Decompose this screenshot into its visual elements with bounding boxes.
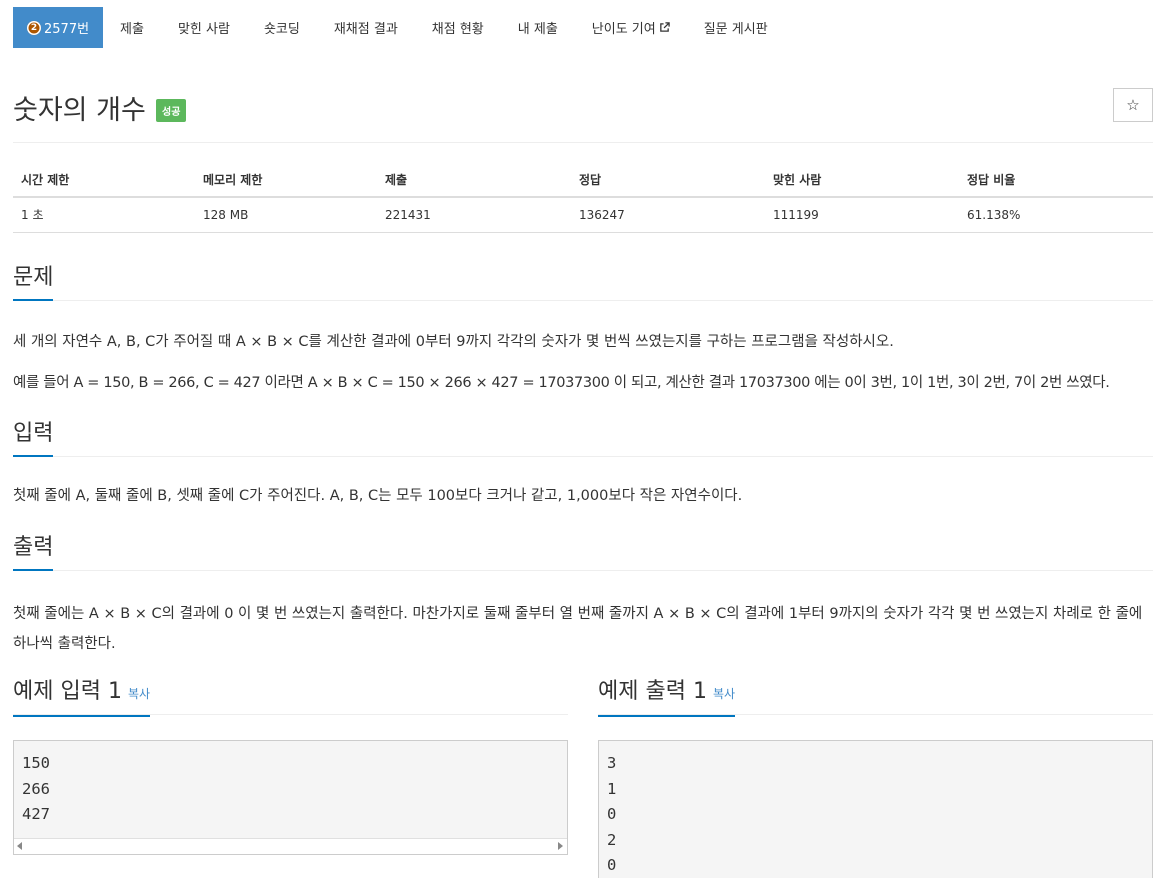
input-section-header: 입력	[13, 421, 1153, 457]
favorite-button[interactable]: ☆	[1113, 88, 1153, 122]
problem-section-title: 문제	[13, 265, 54, 301]
tab-short-coding[interactable]: 숏코딩	[247, 7, 317, 48]
tab-rejudge-results[interactable]: 재채점 결과	[317, 7, 415, 48]
output-section-header: 출력	[13, 535, 1153, 571]
scroll-right-arrow-icon[interactable]	[558, 841, 563, 850]
bronze-tier-icon: 2	[27, 20, 41, 35]
page-title: 숫자의 개수	[13, 95, 146, 126]
problem-info-table: 시간 제한 메모리 제한 제출 정답 맞힌 사람 정답 비율 1 초 128 M…	[13, 163, 1153, 233]
tab-problem-label: 2577번	[44, 22, 90, 37]
sample-output-text: 3 1 0 2 0	[607, 754, 617, 874]
sample-output-box: 3 1 0 2 0	[598, 740, 1153, 878]
scroll-left-arrow-icon[interactable]	[17, 841, 22, 850]
info-header-accept-ratio: 정답 비율	[959, 163, 1153, 198]
info-header-time-limit: 시간 제한	[13, 163, 195, 198]
info-header-accepted: 정답	[571, 163, 765, 198]
info-submissions: 221431	[377, 197, 571, 233]
info-accepted: 136247	[571, 197, 765, 233]
tab-difficulty-contribution[interactable]: 난이도 기여	[575, 7, 687, 48]
info-header-row: 시간 제한 메모리 제한 제출 정답 맞힌 사람 정답 비율	[13, 163, 1153, 198]
info-time-limit: 1 초	[13, 197, 195, 233]
info-header-solved-users: 맞힌 사람	[765, 163, 959, 198]
tab-submit[interactable]: 제출	[103, 7, 161, 48]
problem-nav: 2 2577번 제출 맞힌 사람 숏코딩 재채점 결과 채점 현황 내 제출 난…	[13, 7, 785, 48]
output-description: 첫째 줄에는 A × B × C의 결과에 0 이 몇 번 쓰였는지 출력한다.…	[13, 606, 1143, 652]
tab-problem[interactable]: 2 2577번	[13, 7, 104, 48]
info-memory-limit: 128 MB	[195, 197, 377, 233]
tab-question-board[interactable]: 질문 게시판	[687, 7, 785, 48]
sample-input-box: 150 266 427	[13, 740, 568, 855]
problem-section-header: 문제	[13, 265, 1153, 301]
star-icon: ☆	[1126, 96, 1140, 114]
sample-output-title: 예제 출력 1	[598, 679, 707, 704]
problem-title-row: 숫자의 개수 성공 ☆	[13, 88, 1153, 126]
info-value-row: 1 초 128 MB 221431 136247 111199 61.138%	[13, 197, 1153, 233]
status-badge: 성공	[156, 99, 187, 122]
output-section-title: 출력	[13, 535, 54, 571]
sample-input-header: 예제 입력 1 복사	[13, 679, 568, 717]
sample-input-text: 150 266 427	[22, 754, 50, 823]
sample-output-title-wrap: 예제 출력 1 복사	[598, 679, 736, 717]
input-section-title: 입력	[13, 421, 54, 457]
info-accept-ratio: 61.138%	[959, 197, 1153, 233]
tab-difficulty-label: 난이도 기여	[591, 22, 656, 37]
sample-output-header: 예제 출력 1 복사	[598, 679, 1153, 717]
problem-description-1: 세 개의 자연수 A, B, C가 주어질 때 A × B × C를 계산한 결…	[13, 334, 894, 350]
horizontal-scrollbar[interactable]	[14, 837, 567, 854]
input-description: 첫째 줄에 A, 둘째 줄에 B, 셋째 줄에 C가 주어진다. A, B, C…	[13, 488, 743, 504]
info-header-memory-limit: 메모리 제한	[195, 163, 377, 198]
info-header-submissions: 제출	[377, 163, 571, 198]
copy-sample-input-button[interactable]: 복사	[128, 687, 150, 701]
problem-description-2: 예를 들어 A = 150, B = 266, C = 427 이라면 A × …	[13, 375, 1110, 391]
external-link-icon	[659, 22, 670, 32]
sample-input-title: 예제 입력 1	[13, 679, 122, 704]
tab-judge-status[interactable]: 채점 현황	[415, 7, 501, 48]
copy-sample-output-button[interactable]: 복사	[713, 687, 735, 701]
tab-my-submissions[interactable]: 내 제출	[501, 7, 575, 48]
tab-solved-users[interactable]: 맞힌 사람	[161, 7, 247, 48]
sample-input-title-wrap: 예제 입력 1 복사	[13, 679, 151, 717]
info-solved-users: 111199	[765, 197, 959, 233]
title-divider	[13, 142, 1153, 143]
